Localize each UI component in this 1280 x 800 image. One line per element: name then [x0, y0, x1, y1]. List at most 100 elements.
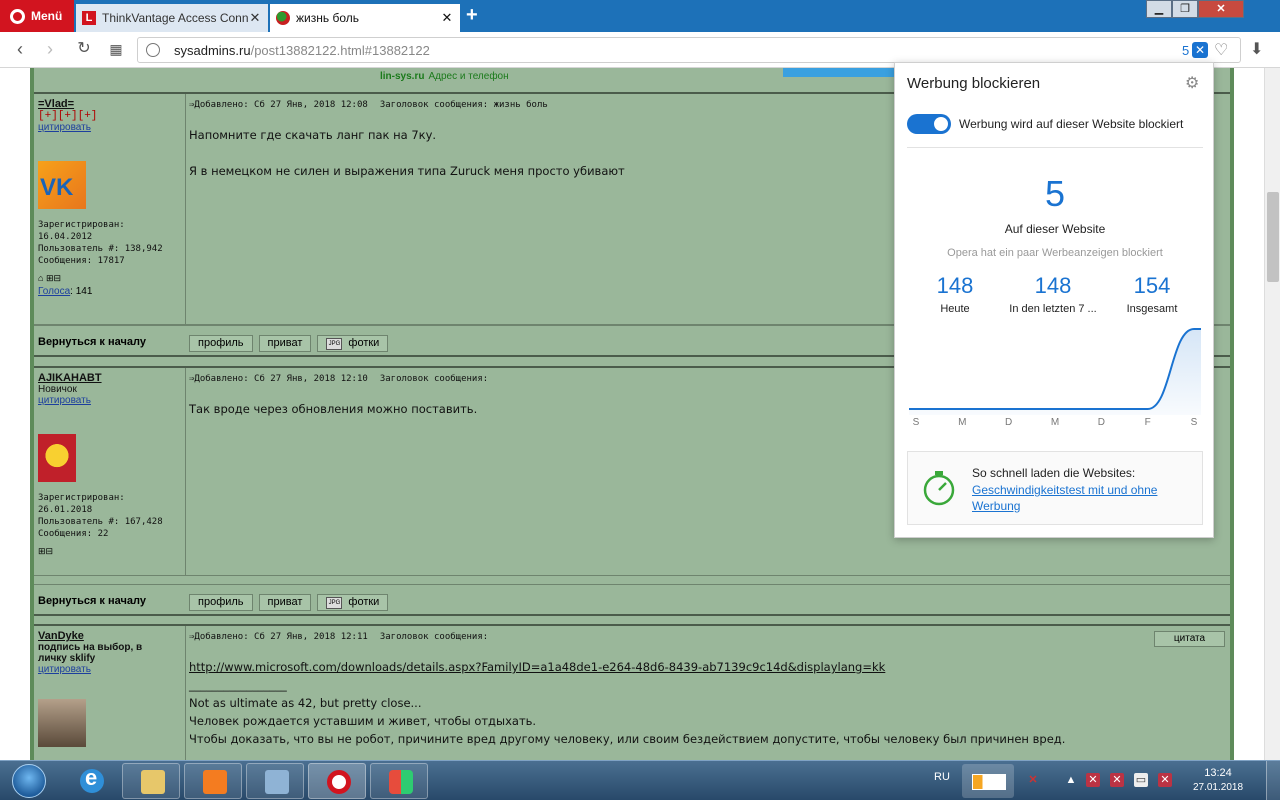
speed-dial-button[interactable]: ▦	[106, 39, 126, 59]
private-message-button[interactable]: приват	[258, 594, 312, 611]
back-to-top-link[interactable]: Вернуться к началу	[38, 336, 146, 348]
chart-tick-label: S	[912, 417, 920, 428]
scrollbar-thumb[interactable]	[1267, 192, 1279, 282]
battery-icon[interactable]	[962, 764, 1014, 798]
address-bar[interactable]: sysadmins.ru/post13882122.html#13882122 …	[137, 37, 1241, 63]
post-content: ⇒Добавлено: Сб 27 Янв, 2018 12:11 Заголов…	[186, 626, 1230, 760]
user-avatar	[38, 699, 86, 747]
close-window-button[interactable]: ✕	[1198, 0, 1244, 18]
photos-label: фотки	[348, 337, 380, 349]
internet-explorer-icon	[80, 765, 104, 793]
volume-icon[interactable]: ✕	[1158, 773, 1172, 787]
post-date: Добавлено: Сб 27 Янв, 2018 12:08	[194, 100, 368, 110]
stat-label: Heute	[940, 303, 970, 315]
user-icons: ⌂ ⊞⊟	[38, 273, 185, 284]
signature-line: Not as ultimate as 42, but pretty close.…	[189, 696, 422, 710]
url-host: sysadmins.ru	[174, 43, 251, 58]
tab-label: ThinkVantage Access Conn	[102, 11, 248, 25]
gear-icon[interactable]: ⚙	[1185, 73, 1199, 93]
adblock-shield-icon[interactable]: ✕	[1192, 42, 1208, 58]
action-center-icon[interactable]: ✕	[1026, 773, 1040, 787]
expand-icon[interactable]: ⊞⊟	[46, 273, 61, 283]
chart-tick-label: D	[1005, 417, 1013, 428]
profile-button[interactable]: профиль	[189, 335, 253, 352]
user-number: Пользователь #: 167,428	[38, 517, 163, 527]
speed-test-link[interactable]: Geschwindigkeitstest mit und ohne Werbun…	[972, 482, 1182, 514]
maximize-button[interactable]: ❐	[1172, 0, 1198, 18]
tab-thinkvantage[interactable]: L ThinkVantage Access Conn ✕	[76, 4, 268, 32]
post-date: Добавлено: Сб 27 Янв, 2018 12:10	[194, 374, 368, 384]
post-username[interactable]: =Vlad=	[38, 98, 185, 110]
user-avatar	[38, 434, 76, 482]
post-link-row: http://www.microsoft.com/downloads/detai…	[189, 658, 1230, 676]
expand-icon[interactable]: ⊞⊟	[38, 546, 53, 556]
show-hidden-icons-icon[interactable]: ▲	[1064, 773, 1078, 787]
quote-link[interactable]: цитировать	[38, 664, 185, 675]
stat-value: 148	[1034, 273, 1072, 298]
back-to-top-link[interactable]: Вернуться к началу	[38, 595, 146, 607]
tab-label: жизнь боль	[296, 11, 359, 25]
show-desktop-button[interactable]	[1266, 761, 1280, 800]
post-username[interactable]: VanDyke	[38, 630, 185, 642]
minimize-button[interactable]: ▁	[1146, 0, 1172, 18]
user-icons: ⊞⊟	[38, 546, 185, 557]
chart-line	[909, 328, 1201, 410]
page-margin-right	[1234, 68, 1264, 760]
quote-link[interactable]: цитировать	[38, 395, 185, 406]
close-tab-icon[interactable]: ✕	[440, 10, 454, 26]
opera-menu-button[interactable]: Menü	[0, 0, 74, 32]
back-button[interactable]: ‹	[10, 39, 30, 59]
post-meta: ⇒Добавлено: Сб 27 Янв, 2018 12:11 Заголов…	[189, 632, 1230, 642]
quote-link[interactable]: цитировать	[38, 122, 185, 133]
close-tab-icon[interactable]: ✕	[248, 10, 262, 26]
message-count: Сообщения: 22	[38, 529, 109, 539]
post-username[interactable]: AJIKAHABT	[38, 372, 185, 384]
taskbar-opera[interactable]	[308, 763, 366, 799]
taskbar-internet-explorer[interactable]	[62, 763, 120, 799]
chart-tick-label: M	[1050, 417, 1060, 428]
post-link[interactable]: http://www.microsoft.com/downloads/detai…	[189, 660, 885, 674]
tray-app-icon[interactable]: ▭	[1134, 773, 1148, 787]
photos-button[interactable]: JPG фотки	[317, 335, 389, 352]
user-info: Зарегистрирован: 16.04.2012 Пользователь…	[38, 219, 185, 267]
windows-orb-icon	[12, 764, 46, 798]
private-message-button[interactable]: приват	[258, 335, 312, 352]
taskbar-remote-desktop[interactable]	[246, 763, 304, 799]
download-icon[interactable]: ⬇	[1250, 39, 1263, 59]
forward-button[interactable]: ›	[40, 39, 60, 59]
tab-sysadmins[interactable]: жизнь боль ✕	[270, 4, 460, 32]
stat-value: 148	[936, 273, 974, 298]
adblock-toggle[interactable]	[907, 114, 951, 134]
stat-label: Insgesamt	[1126, 303, 1178, 315]
taskbar-file-explorer[interactable]	[122, 763, 180, 799]
stopwatch-icon	[923, 471, 955, 506]
post-author-panel: =Vlad= [+][+][+] цитировать VK Зарегистр…	[34, 94, 186, 324]
ad-banner-text[interactable]: lin-sys.ru Адрес и телефон	[380, 71, 509, 82]
tray-app-icon[interactable]: ✕	[1110, 773, 1124, 787]
tray-app-icon[interactable]: ✕	[1086, 773, 1100, 787]
site-blocked-count: 5	[1044, 173, 1066, 214]
signature-line: Чтобы доказать, что вы не робот, причини…	[189, 732, 1066, 746]
bookmark-heart-icon[interactable]: ♡	[1214, 40, 1228, 60]
user-rank: [+][+][+]	[38, 110, 98, 122]
taskbar-media-player[interactable]	[184, 763, 242, 799]
chart-tick-label: D	[1097, 417, 1105, 428]
quote-button[interactable]: цитата	[1154, 631, 1225, 647]
toggle-label: Werbung wird auf dieser Website blockier…	[959, 117, 1184, 131]
new-tab-button[interactable]: +	[466, 5, 478, 25]
rating-icon[interactable]: ⌂	[38, 273, 43, 283]
votes-label[interactable]: Голоса	[38, 286, 70, 297]
reload-button[interactable]: ↻	[74, 39, 94, 59]
taskbar-windows-app[interactable]	[370, 763, 428, 799]
banner-title: lin-sys.ru	[380, 71, 425, 82]
clock-date[interactable]: 27.01.2018	[1190, 782, 1246, 793]
profile-button[interactable]: профиль	[189, 594, 253, 611]
url-text[interactable]: sysadmins.ru/post13882122.html#13882122	[174, 43, 430, 58]
clock-time[interactable]: 13:24	[1190, 767, 1246, 779]
page-scrollbar[interactable]	[1264, 68, 1280, 760]
photos-button[interactable]: JPG фотки	[317, 594, 389, 611]
start-button[interactable]	[4, 762, 54, 800]
language-indicator[interactable]: RU	[934, 771, 950, 783]
blocked-ads-chart	[909, 328, 1201, 415]
ad-banner-bar[interactable]	[783, 68, 895, 77]
